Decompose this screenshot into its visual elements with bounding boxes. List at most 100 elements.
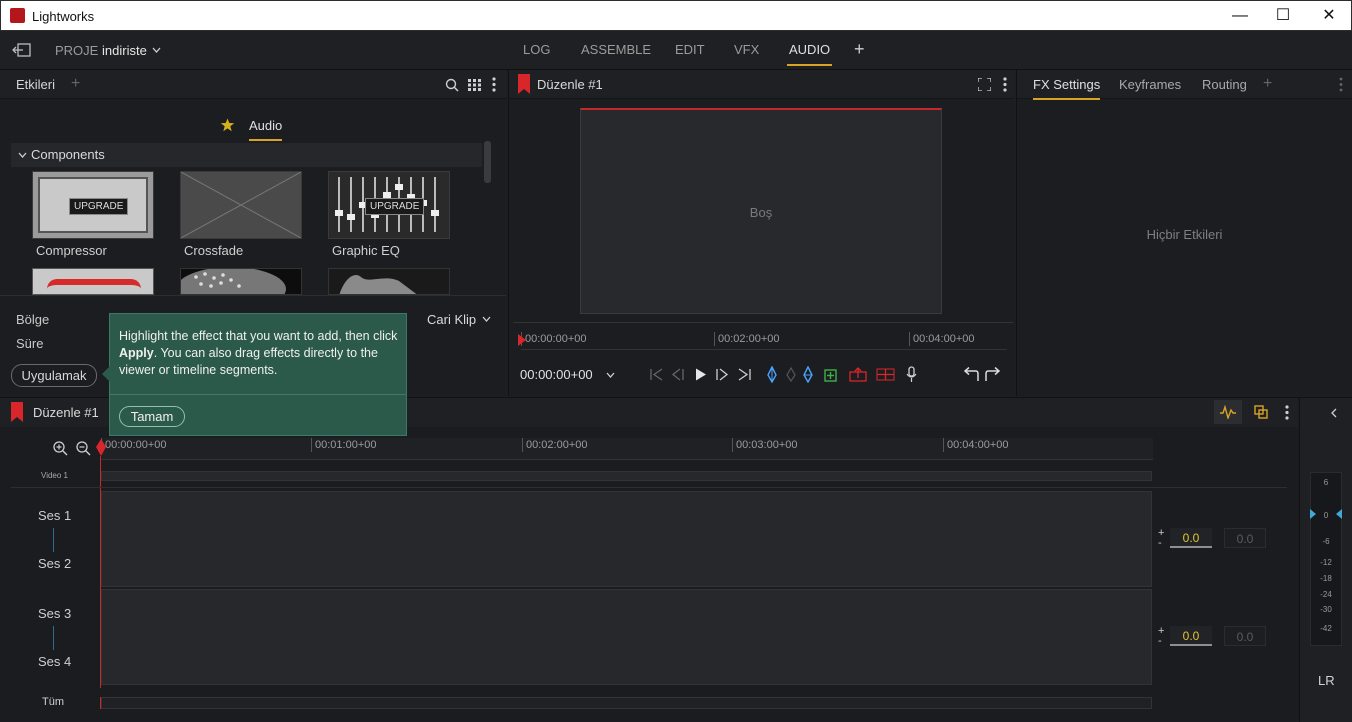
extract-icon[interactable] [876, 367, 895, 382]
chevron-down-icon [18, 152, 27, 158]
bookmark-icon [518, 74, 530, 94]
crossfade-graphic [181, 172, 301, 238]
track-label[interactable]: Ses 3 [38, 606, 71, 621]
project-name[interactable]: indiriste [102, 43, 147, 58]
more-options-icon[interactable] [1003, 77, 1007, 92]
tooltip-arrow [102, 366, 110, 382]
chevron-left-icon[interactable] [1330, 408, 1338, 418]
redo-icon[interactable] [985, 367, 1003, 382]
audio-track-pair[interactable] [101, 589, 1152, 685]
undo-icon[interactable] [961, 367, 979, 382]
divider [0, 295, 506, 296]
playhead-marker-icon[interactable] [518, 334, 526, 350]
search-icon[interactable] [445, 78, 459, 92]
volume-field[interactable]: 0.0 [1224, 626, 1266, 646]
close-button[interactable]: ✕ [1314, 5, 1344, 27]
fullscreen-icon[interactable] [978, 78, 991, 91]
divider [513, 322, 1013, 323]
add-tab-button[interactable]: + [854, 39, 865, 60]
ruler-tick: 00:00:00+00 [521, 332, 586, 346]
step-back-icon[interactable] [671, 368, 685, 381]
more-options-icon[interactable] [1339, 77, 1343, 92]
timeline-ruler[interactable]: 00:00:00+00 00:01:00+00 00:02:00+00 00:0… [101, 438, 1153, 460]
chevron-down-icon[interactable] [482, 316, 491, 322]
divider [110, 394, 406, 395]
volume-field[interactable]: 0.0 [1224, 528, 1266, 548]
more-options-icon[interactable] [1285, 405, 1289, 420]
tab-fx-settings[interactable]: FX Settings [1033, 77, 1101, 100]
tab-audio[interactable]: AUDIO [786, 42, 833, 66]
tab-assemble[interactable]: ASSEMBLE [581, 42, 651, 57]
collapse-icon[interactable]: - [1158, 635, 1162, 647]
mark-in-icon[interactable] [766, 366, 778, 383]
track-label[interactable]: Ses 1 [38, 508, 71, 523]
ok-button[interactable]: Tamam [119, 406, 185, 427]
all-tracks-label[interactable]: Tüm [42, 696, 64, 708]
video-track[interactable] [101, 471, 1152, 481]
zoom-out-icon[interactable] [76, 441, 91, 456]
meter-marker-icon [1310, 509, 1316, 519]
exit-icon[interactable] [12, 43, 32, 57]
tab-vfx[interactable]: VFX [734, 42, 759, 57]
go-to-end-icon[interactable] [737, 368, 751, 381]
collapse-icon[interactable]: - [1158, 537, 1162, 549]
effect-thumbnail[interactable] [328, 268, 450, 295]
play-icon[interactable] [695, 368, 707, 381]
tab-edit[interactable]: EDIT [675, 42, 705, 57]
mark-out-icon[interactable] [802, 366, 814, 383]
effects-panel-title: Etkileri [16, 77, 56, 92]
tab-routing[interactable]: Routing [1202, 77, 1247, 92]
track-label[interactable]: Ses 2 [38, 556, 71, 571]
viewer-ruler[interactable]: 00:00:00+00 00:02:00+00 00:04:00+00 [518, 332, 1007, 350]
add-tab-button[interactable]: + [1263, 75, 1272, 93]
add-panel-button[interactable]: + [71, 75, 80, 93]
chevron-down-icon[interactable] [152, 47, 161, 53]
maximize-button[interactable]: ☐ [1268, 5, 1298, 27]
viewer-screen[interactable]: Boş [580, 108, 942, 314]
step-forward-icon[interactable] [715, 368, 729, 381]
mark-clip-icon[interactable] [786, 366, 796, 383]
effect-thumbnail[interactable] [32, 268, 154, 295]
chevron-down-icon[interactable] [606, 372, 615, 378]
apply-button[interactable]: Uygulamak [11, 364, 97, 387]
audio-track-pair[interactable] [101, 491, 1152, 587]
volume-field[interactable]: 0.0 [1170, 528, 1212, 548]
tab-log[interactable]: LOG [523, 42, 550, 57]
tooltip-bold-text: Apply [119, 346, 154, 360]
more-options-icon[interactable] [492, 77, 496, 92]
tooltip-text-part: . You can also drag effects directly to … [119, 346, 378, 377]
effect-compressor[interactable]: UPGRADE [32, 171, 154, 239]
current-clip-dropdown[interactable]: Cari Klip [427, 312, 476, 327]
ruler-tick: 00:04:00+00 [909, 332, 974, 346]
ruler-tick: 00:01:00+00 [311, 438, 376, 452]
track-label[interactable]: Video 1 [41, 471, 68, 480]
microphone-icon[interactable] [906, 366, 917, 383]
scrollbar-thumb[interactable] [484, 141, 491, 183]
grid-view-icon[interactable] [468, 79, 481, 91]
volume-field[interactable]: 0.0 [1170, 626, 1212, 646]
waveform-toggle[interactable] [1214, 400, 1242, 424]
red-display-graphic [47, 279, 141, 294]
go-to-start-icon[interactable] [650, 368, 664, 381]
lift-icon[interactable] [849, 367, 867, 382]
add-marker-icon[interactable] [824, 367, 837, 382]
components-section-header[interactable]: Components [11, 143, 482, 167]
fx-settings-panel: FX Settings Keyframes Routing + Hiçbir E… [1016, 70, 1352, 396]
effect-graphic-eq[interactable]: UPGRADE [328, 171, 450, 239]
shape-graphic [339, 275, 417, 294]
copy-icon[interactable] [1254, 405, 1268, 419]
timecode-display[interactable]: 00:00:00+00 [520, 367, 593, 382]
effect-thumbnail[interactable] [180, 268, 302, 295]
all-tracks-bar[interactable] [101, 697, 1152, 709]
fx-panel-header: FX Settings Keyframes Routing + [1017, 70, 1352, 100]
track-label[interactable]: Ses 4 [38, 654, 71, 669]
category-audio[interactable]: Audio [249, 118, 283, 141]
playhead-icon[interactable] [95, 439, 107, 457]
effect-crossfade[interactable] [180, 171, 302, 239]
track-link [53, 626, 54, 650]
meter-scale: -18 [1320, 574, 1332, 583]
minimize-button[interactable]: — [1225, 5, 1255, 27]
lightworks-logo-icon [10, 8, 25, 23]
tab-keyframes[interactable]: Keyframes [1119, 77, 1181, 92]
zoom-in-icon[interactable] [53, 441, 68, 456]
